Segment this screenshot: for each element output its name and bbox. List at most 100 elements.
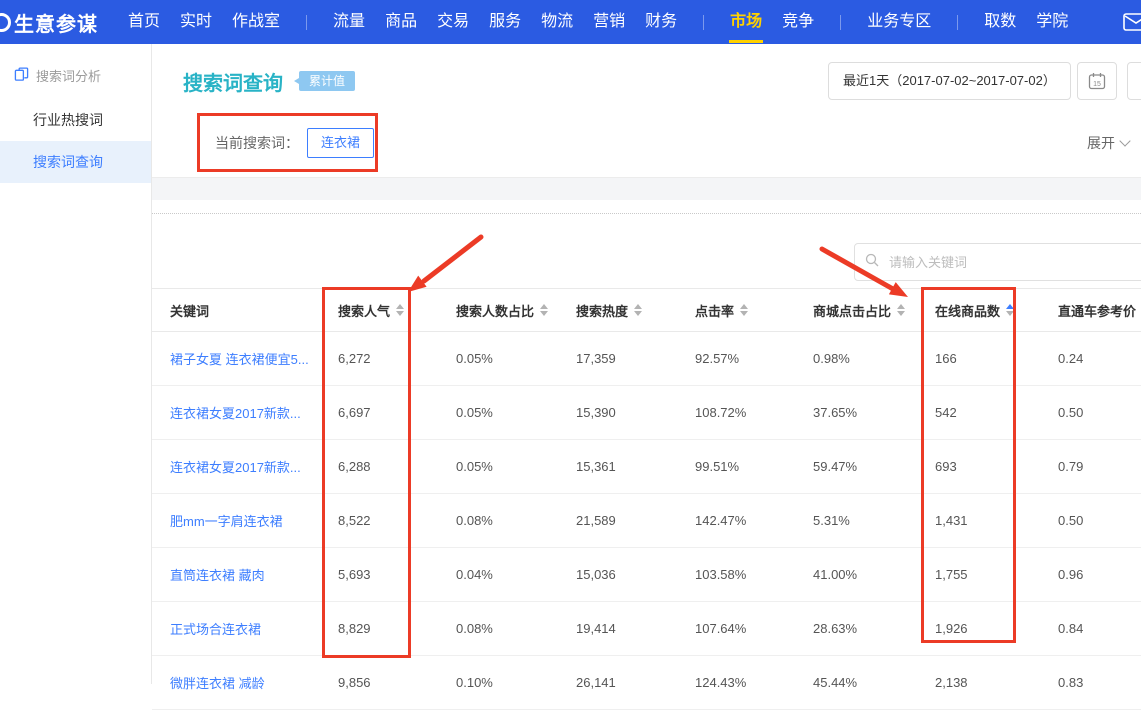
table-cell: 99.51%	[677, 440, 795, 494]
mail-icon[interactable]	[1123, 12, 1141, 37]
table-cell: 142.47%	[677, 494, 795, 548]
table-cell: 6,272	[320, 332, 438, 386]
sidebar: 搜索词分析 行业热搜词 搜索词查询	[0, 44, 152, 684]
table-cell: 0.96	[1040, 548, 1141, 602]
sort-icon[interactable]	[897, 304, 905, 316]
table-cell: 0.08%	[438, 494, 558, 548]
search-terms-table: 关键词 搜索人气 搜索人数占比搜索热度 点击率 商城点击占比在线商品数直通车参考价 裙子…	[152, 288, 1141, 710]
table-cell: 0.05%	[438, 440, 558, 494]
dotted-divider	[152, 213, 1141, 214]
column-header-1[interactable]: 搜索人气	[320, 289, 438, 332]
main-content: 搜索词查询 累计值 最近1天（2017-07-02~2017-07-02） 15	[152, 44, 1141, 684]
table-cell: 166	[917, 332, 1040, 386]
table-row: 连衣裙女夏2017新款...6,2880.05%15,36199.51%59.4…	[152, 440, 1141, 494]
table-cell: 0.05%	[438, 332, 558, 386]
table-cell: 15,361	[558, 440, 677, 494]
keyword-link[interactable]: 连衣裙女夏2017新款...	[170, 406, 301, 421]
nav-item-17[interactable]: 取数	[974, 0, 1026, 44]
brand[interactable]: 生意参谋	[14, 8, 98, 37]
calendar-day-label: 15	[1093, 81, 1101, 88]
table-cell: 0.84	[1040, 602, 1141, 656]
table-cell: 0.50	[1040, 494, 1141, 548]
brand-name: 生意参谋	[14, 8, 98, 37]
nav-item-6[interactable]: 交易	[427, 0, 479, 44]
cumulative-value-badge: 累计值	[299, 71, 355, 91]
column-header-6[interactable]: 在线商品数	[917, 289, 1040, 332]
nav-item-18[interactable]: 学院	[1026, 0, 1078, 44]
nav-item-2[interactable]: 作战室	[222, 0, 290, 44]
keyword-search-input[interactable]	[887, 254, 1141, 271]
nav-item-0[interactable]: 首页	[118, 0, 170, 44]
keyword-cell: 微胖连衣裙 减龄	[152, 656, 320, 710]
sort-icon[interactable]	[634, 304, 642, 316]
column-header-5[interactable]: 商城点击占比	[795, 289, 917, 332]
table-cell: 5,693	[320, 548, 438, 602]
sort-icon[interactable]	[740, 304, 748, 316]
current-keyword-label: 当前搜索词：	[215, 133, 299, 153]
table-cell: 0.98%	[795, 332, 917, 386]
table-cell: 6,697	[320, 386, 438, 440]
column-label: 点击率	[695, 301, 734, 320]
column-header-7[interactable]: 直通车参考价	[1040, 289, 1141, 332]
date-range-label: 最近1天（2017-07-02~2017-07-02）	[843, 73, 1056, 88]
table-cell: 26,141	[558, 656, 677, 710]
table-cell: 0.83	[1040, 656, 1141, 710]
table-cell: 107.64%	[677, 602, 795, 656]
nav-item-12[interactable]: 市场	[720, 0, 772, 44]
nav-item-4[interactable]: 流量	[323, 0, 375, 44]
date-range-picker[interactable]: 最近1天（2017-07-02~2017-07-02）	[828, 62, 1071, 100]
keyword-link[interactable]: 肥mm一字肩连衣裙	[170, 514, 283, 529]
current-keyword-chip[interactable]: 连衣裙	[307, 128, 374, 158]
terminal-select[interactable]: 所有终端	[1127, 62, 1141, 100]
column-header-3[interactable]: 搜索热度	[558, 289, 677, 332]
table-cell: 103.58%	[677, 548, 795, 602]
top-nav: 生意参谋 首页实时作战室流量商品交易服务物流营销财务市场竞争业务专区取数学院	[0, 0, 1141, 44]
column-label: 关键词	[170, 301, 209, 320]
table-cell: 9,856	[320, 656, 438, 710]
keyword-link[interactable]: 裙子女夏 连衣裙便宜5...	[170, 352, 309, 367]
nav-item-5[interactable]: 商品	[375, 0, 427, 44]
nav-divider	[957, 15, 958, 30]
column-header-4[interactable]: 点击率	[677, 289, 795, 332]
table-cell: 41.00%	[795, 548, 917, 602]
calendar-button[interactable]: 15	[1077, 62, 1117, 100]
table-cell: 1,755	[917, 548, 1040, 602]
table-cell: 0.10%	[438, 656, 558, 710]
table-cell: 92.57%	[677, 332, 795, 386]
sort-icon[interactable]	[540, 304, 548, 316]
table-cell: 542	[917, 386, 1040, 440]
column-header-2[interactable]: 搜索人数占比	[438, 289, 558, 332]
nav-item-10[interactable]: 财务	[635, 0, 687, 44]
table-cell: 28.63%	[795, 602, 917, 656]
table-cell: 19,414	[558, 602, 677, 656]
nav-item-1[interactable]: 实时	[170, 0, 222, 44]
column-header-0: 关键词	[152, 289, 320, 332]
table-cell: 108.72%	[677, 386, 795, 440]
nav-item-8[interactable]: 物流	[531, 0, 583, 44]
sort-icon[interactable]	[1006, 304, 1014, 316]
nav-item-13[interactable]: 竞争	[772, 0, 824, 44]
table-cell: 1,431	[917, 494, 1040, 548]
sidebar-item-industry-hot-words[interactable]: 行业热搜词	[0, 99, 151, 141]
table-cell: 0.08%	[438, 602, 558, 656]
keyword-link[interactable]: 直筒连衣裙 藏肉	[170, 568, 265, 583]
sort-icon[interactable]	[396, 304, 404, 316]
sidebar-item-search-term-query[interactable]: 搜索词查询	[0, 141, 151, 183]
page-title: 搜索词查询	[183, 67, 283, 96]
keyword-cell: 裙子女夏 连衣裙便宜5...	[152, 332, 320, 386]
keyword-link[interactable]: 正式场合连衣裙	[170, 622, 261, 637]
keyword-link[interactable]: 连衣裙女夏2017新款...	[170, 460, 301, 475]
column-label: 搜索人气	[338, 301, 390, 320]
nav-menu: 首页实时作战室流量商品交易服务物流营销财务市场竞争业务专区取数学院	[118, 0, 1078, 44]
nav-item-9[interactable]: 营销	[583, 0, 635, 44]
expand-toggle[interactable]: 展开	[1087, 133, 1129, 153]
table-cell: 15,036	[558, 548, 677, 602]
keyword-cell: 连衣裙女夏2017新款...	[152, 386, 320, 440]
nav-item-7[interactable]: 服务	[479, 0, 531, 44]
nav-item-15[interactable]: 业务专区	[857, 0, 941, 44]
sidebar-section-header: 搜索词分析	[0, 54, 151, 89]
table-cell: 6,288	[320, 440, 438, 494]
table-header-row: 关键词 搜索人气 搜索人数占比搜索热度 点击率 商城点击占比在线商品数直通车参考价	[152, 289, 1141, 332]
column-label: 搜索热度	[576, 301, 628, 320]
section-gap	[152, 178, 1141, 200]
